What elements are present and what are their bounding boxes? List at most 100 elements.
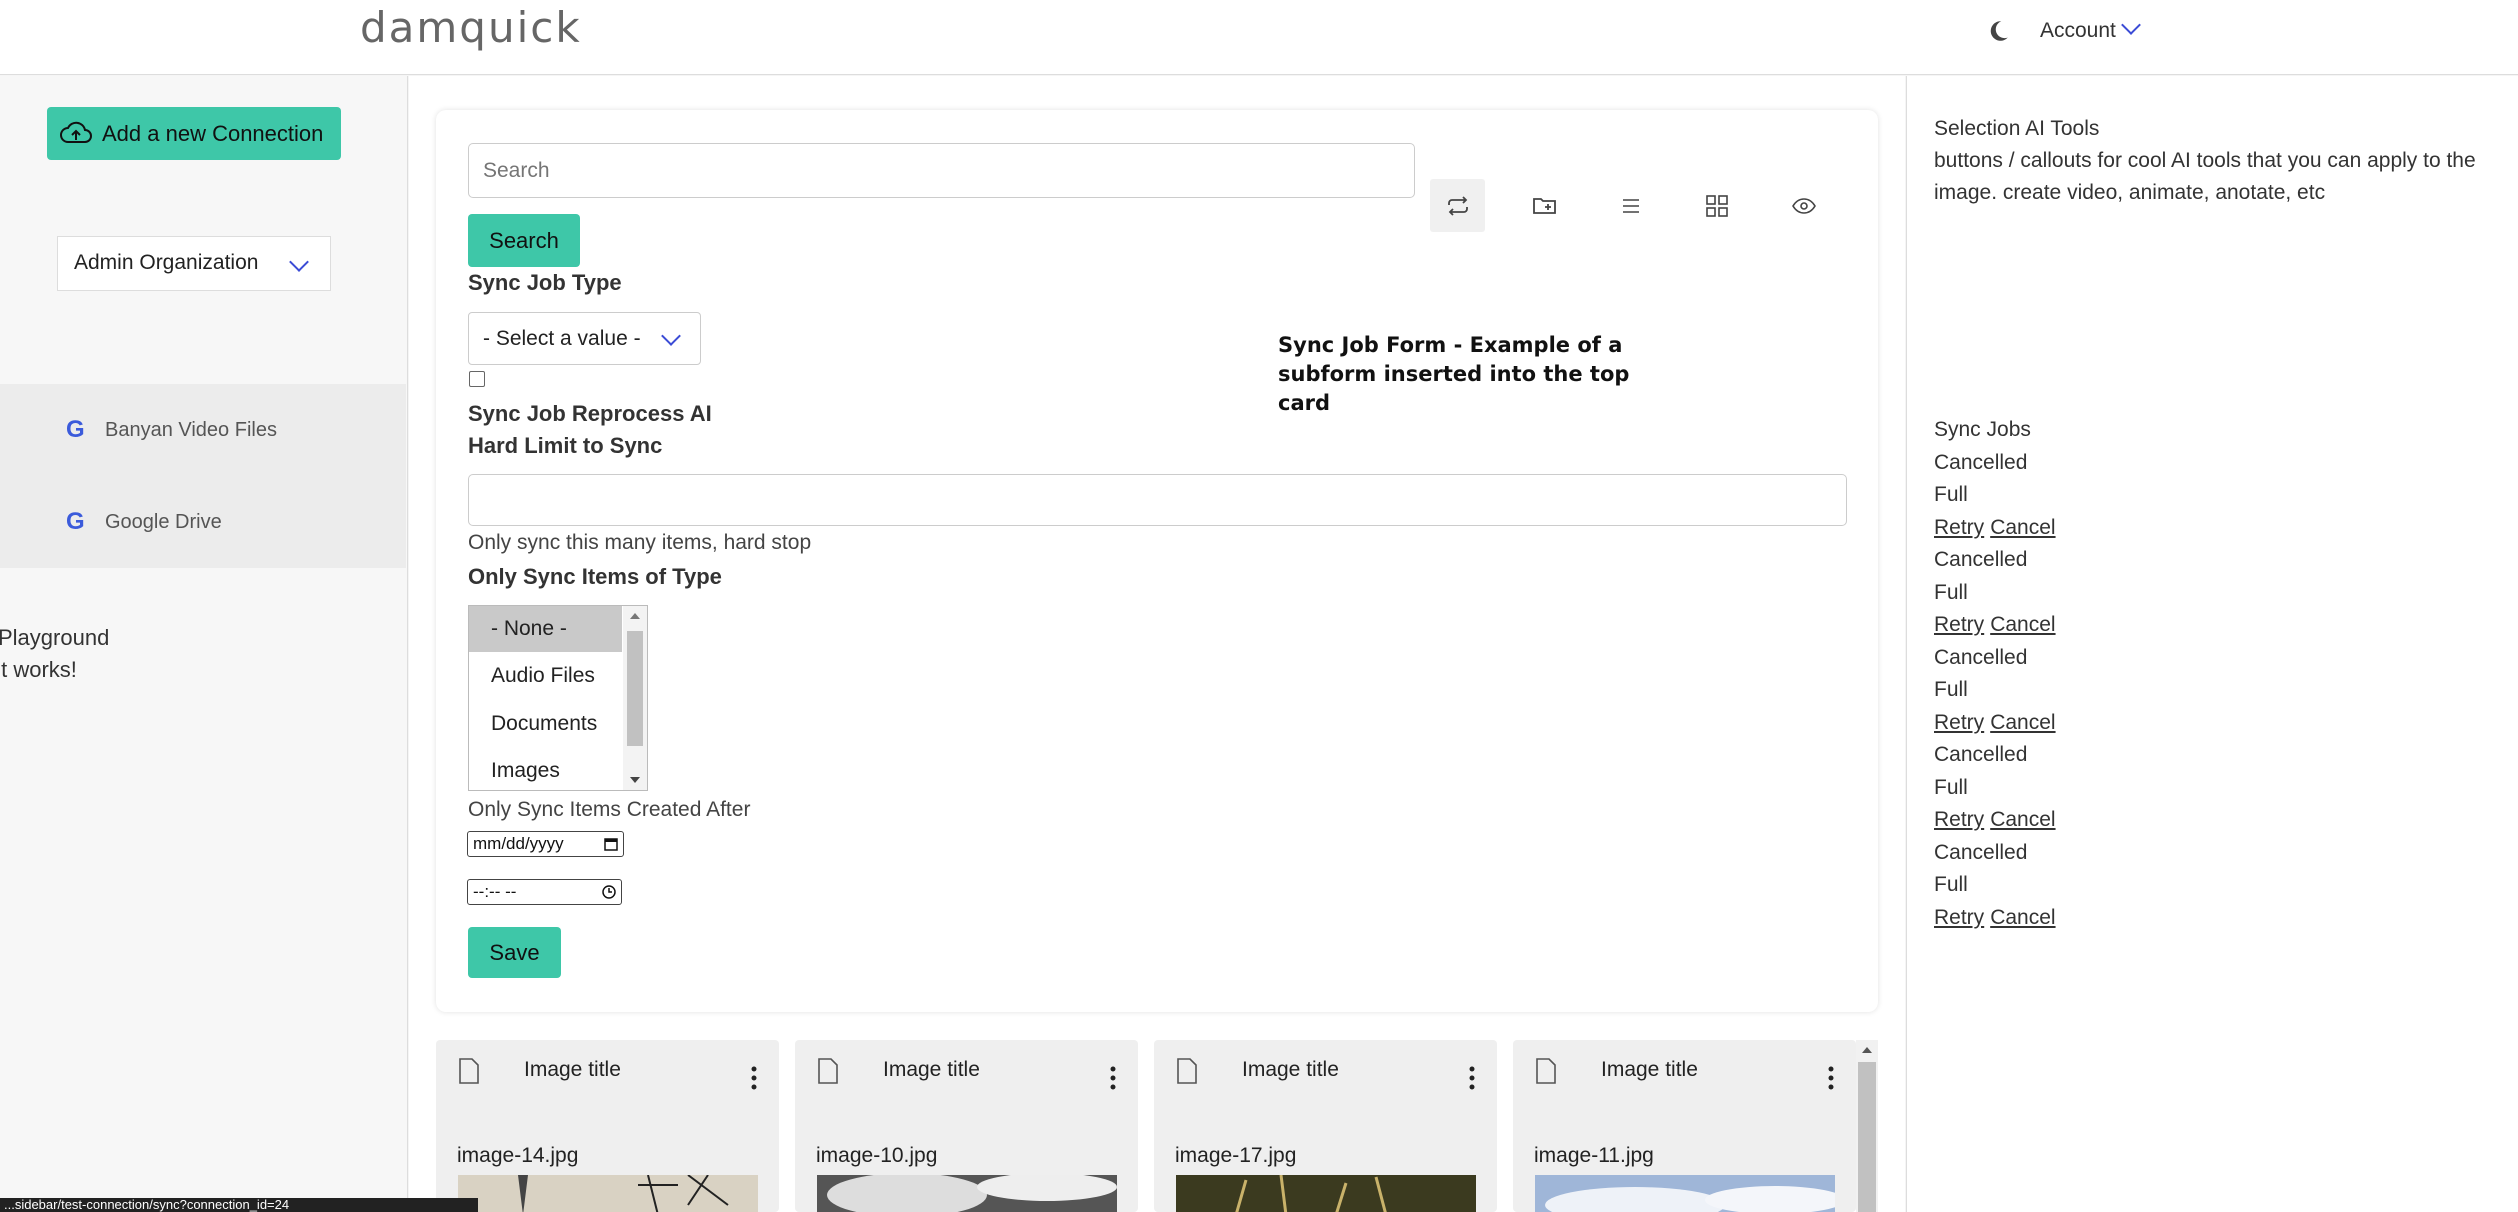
playground-text: Playground It works! xyxy=(0,622,109,686)
scroll-down-arrow-icon[interactable] xyxy=(630,776,640,784)
cancel-link[interactable]: Cancel xyxy=(1990,906,2055,929)
chevron-down-icon xyxy=(289,252,309,272)
date-input[interactable]: mm/dd/yyyy xyxy=(467,831,624,857)
gallery-card[interactable]: Image title image-14.jpg xyxy=(436,1040,779,1212)
grid-view-icon xyxy=(1705,194,1728,217)
retry-link[interactable]: Retry xyxy=(1934,516,1984,539)
job-status: Cancelled xyxy=(1934,840,2028,864)
preview-eye-icon xyxy=(1791,197,1816,214)
item-type-option[interactable]: Images xyxy=(469,748,622,790)
sync-job-type-label: Sync Job Type xyxy=(468,270,622,295)
more-vertical-icon[interactable] xyxy=(1469,1066,1475,1090)
sync-icon xyxy=(1447,195,1468,216)
google-icon: G xyxy=(66,416,85,443)
top-card xyxy=(436,110,1878,1012)
connection-item-google-drive[interactable]: G Google Drive xyxy=(66,508,222,536)
retry-link[interactable]: Retry xyxy=(1934,906,1984,929)
search-input[interactable] xyxy=(468,143,1415,198)
connection-label: Google Drive xyxy=(105,510,222,533)
cancel-link[interactable]: Cancel xyxy=(1990,808,2055,831)
hard-limit-input[interactable] xyxy=(468,474,1847,526)
hard-limit-label: Hard Limit to Sync xyxy=(468,433,663,458)
card-title: Image title xyxy=(524,1058,621,1081)
list-view-icon xyxy=(1622,198,1639,213)
top-header: damquick Account xyxy=(0,0,2518,75)
more-vertical-icon[interactable] xyxy=(1828,1066,1834,1090)
dark-mode-moon-icon[interactable] xyxy=(1985,18,2011,44)
job-type: Full xyxy=(1934,483,1968,506)
card-filename: image-11.jpg xyxy=(1534,1144,1654,1167)
item-type-option[interactable]: Documents xyxy=(469,701,622,747)
sync-job-type-value: - Select a value - xyxy=(483,327,641,350)
subform-note: Sync Job Form - Example of a subform ins… xyxy=(1278,333,1630,415)
file-icon xyxy=(1536,1058,1556,1084)
reprocess-ai-checkbox[interactable] xyxy=(469,371,485,387)
job-status: Cancelled xyxy=(1934,450,2028,474)
connection-label: Banyan Video Files xyxy=(105,418,277,441)
organization-select[interactable]: Admin Organization xyxy=(57,236,331,291)
retry-link[interactable]: Retry xyxy=(1934,711,1984,734)
card-title: Image title xyxy=(883,1058,980,1081)
item-type-listbox[interactable]: - None - Audio Files Documents Images xyxy=(468,605,648,791)
card-title: Image title xyxy=(1601,1058,1698,1081)
cancel-link[interactable]: Cancel xyxy=(1990,613,2055,636)
more-vertical-icon[interactable] xyxy=(751,1066,757,1090)
gallery-scroll-thumb[interactable] xyxy=(1858,1062,1876,1212)
retry-link[interactable]: Retry xyxy=(1934,808,1984,831)
cancel-link[interactable]: Cancel xyxy=(1990,516,2055,539)
cancel-link[interactable]: Cancel xyxy=(1990,711,2055,734)
scroll-up-arrow-icon[interactable] xyxy=(630,612,640,620)
file-icon xyxy=(459,1058,479,1084)
list-view-button[interactable] xyxy=(1603,179,1658,232)
connection-list xyxy=(0,384,406,568)
gallery-card[interactable]: Image title image-17.jpg xyxy=(1154,1040,1497,1212)
scroll-up-arrow-icon[interactable] xyxy=(1862,1046,1872,1054)
gallery-scrollbar[interactable] xyxy=(1856,1040,1878,1212)
image-thumbnail[interactable] xyxy=(817,1175,1117,1212)
gallery-card[interactable]: Image title image-10.jpg xyxy=(795,1040,1138,1212)
sync-job-type-select[interactable]: - Select a value - xyxy=(468,312,701,365)
folder-add-icon xyxy=(1532,197,1556,214)
image-thumbnail[interactable] xyxy=(458,1175,758,1212)
more-vertical-icon[interactable] xyxy=(1110,1066,1116,1090)
created-after-label: Only Sync Items Created After xyxy=(468,798,751,821)
save-button[interactable]: Save xyxy=(468,927,561,978)
image-thumbnail[interactable] xyxy=(1176,1175,1476,1212)
file-icon xyxy=(1177,1058,1197,1084)
grid-view-button[interactable] xyxy=(1689,179,1744,232)
clock-icon[interactable] xyxy=(602,885,616,899)
add-connection-button[interactable]: Add a new Connection xyxy=(47,107,341,160)
chevron-down-icon xyxy=(661,326,681,346)
item-type-option[interactable]: - None - xyxy=(469,606,622,652)
sync-toggle-button[interactable] xyxy=(1430,179,1485,232)
app-logo[interactable]: damquick xyxy=(360,3,582,52)
playground-message: It works! xyxy=(0,657,77,682)
gallery-card[interactable]: Image title image-11.jpg xyxy=(1513,1040,1856,1212)
ai-tools-title: Selection AI Tools xyxy=(1934,117,2100,140)
card-title: Image title xyxy=(1242,1058,1339,1081)
job-type: Full xyxy=(1934,775,1968,799)
listbox-scroll-thumb[interactable] xyxy=(627,631,643,746)
job-status: Cancelled xyxy=(1934,743,2028,766)
item-type-option[interactable]: Audio Files xyxy=(469,653,622,699)
organization-value: Admin Organization xyxy=(74,251,259,274)
search-button[interactable]: Search xyxy=(468,214,580,267)
hard-limit-help: Only sync this many items, hard stop xyxy=(468,531,812,554)
add-connection-label: Add a new Connection xyxy=(102,120,324,146)
listbox-scrollbar[interactable] xyxy=(623,606,647,790)
preview-button[interactable] xyxy=(1776,179,1831,232)
retry-link[interactable]: Retry xyxy=(1934,613,1984,636)
add-folder-button[interactable] xyxy=(1517,179,1572,232)
file-icon xyxy=(818,1058,838,1084)
calendar-icon[interactable] xyxy=(604,837,618,851)
time-placeholder: --:-- -- xyxy=(473,882,517,901)
sync-jobs-title: Sync Jobs xyxy=(1934,418,2031,441)
image-thumbnail[interactable] xyxy=(1535,1175,1835,1212)
job-type: Full xyxy=(1934,580,1968,604)
card-filename: image-17.jpg xyxy=(1175,1144,1297,1167)
account-menu[interactable]: Account xyxy=(2040,15,2141,43)
time-input[interactable]: --:-- -- xyxy=(467,879,622,905)
connection-item-banyan[interactable]: G Banyan Video Files xyxy=(66,416,277,444)
item-type-label: Only Sync Items of Type xyxy=(468,564,722,589)
card-filename: image-14.jpg xyxy=(457,1144,579,1167)
